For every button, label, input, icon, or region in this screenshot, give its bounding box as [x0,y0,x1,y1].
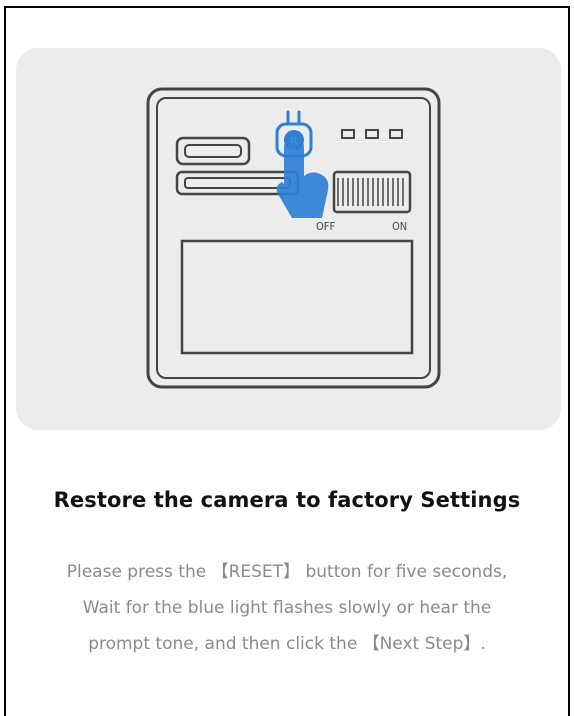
instruction-line-3: prompt tone, and then click the 【Next St… [88,634,486,654]
switch-off-label: OFF [316,220,335,233]
instruction-line-1: Please press the 【RESET】 button for five… [66,562,508,582]
camera-window [180,239,414,355]
reset-illustration-panel: OFF ON R [16,48,561,430]
finger-pressing-icon [276,136,329,218]
dialog-frame: OFF ON R Restore the camera to factory S… [4,6,570,716]
led-indicators-icon [341,129,403,139]
switch-on-label: ON [392,220,407,233]
instruction-line-2: Wait for the blue light flashes slowly o… [82,598,492,618]
page-title: Restore the camera to factory Settings [53,488,521,512]
camera-reset-illustration: OFF ON R [146,87,441,389]
instructions-text: Please press the 【RESET】 button for five… [6,554,568,662]
power-switch-icon [332,170,412,214]
hdmi-port-icon [175,136,251,166]
